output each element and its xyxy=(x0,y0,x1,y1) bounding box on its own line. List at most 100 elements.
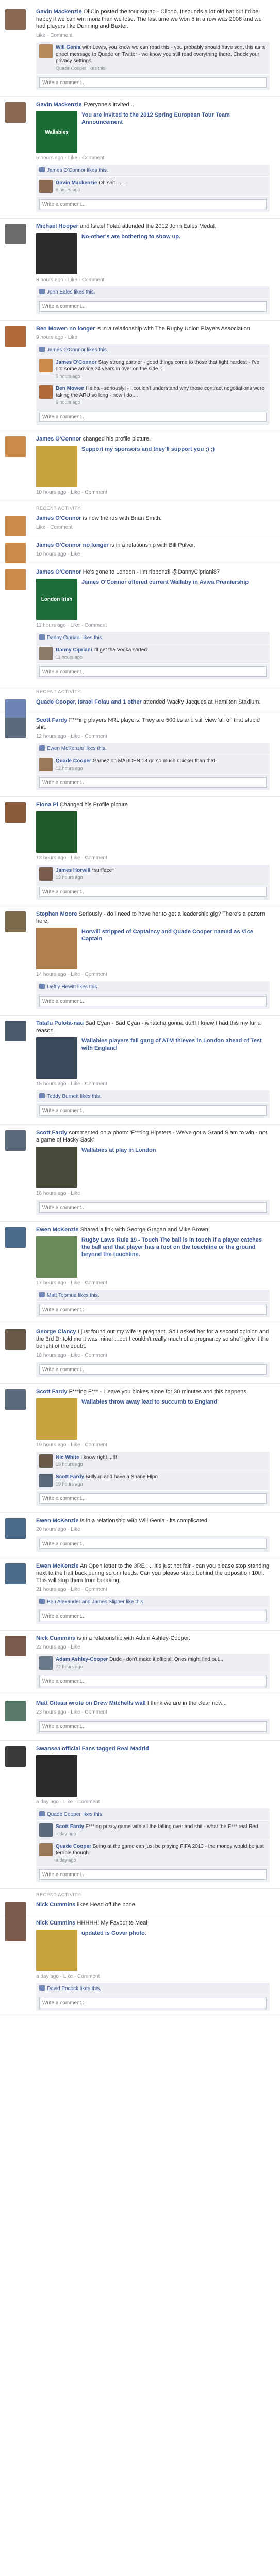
comment-meta[interactable]: a day ago xyxy=(56,1857,267,1864)
comment-input[interactable] xyxy=(39,996,267,1006)
attachment-thumbnail[interactable] xyxy=(36,1398,77,1440)
avatar[interactable] xyxy=(5,9,26,30)
attachment-thumbnail[interactable]: London Irish xyxy=(36,579,77,620)
actor-link[interactable]: Stephen Moore xyxy=(36,911,77,917)
comment-meta[interactable]: 19 hours ago xyxy=(56,1461,117,1468)
likes-text[interactable]: James O'Connor likes this. xyxy=(47,168,108,173)
commenter-name[interactable]: Quade Cooper xyxy=(56,1844,91,1849)
likes-text[interactable]: Danny Cipriani likes this. xyxy=(47,635,104,641)
likes-text[interactable]: James O'Connor likes this. xyxy=(47,347,108,353)
actor-link[interactable]: George Clancy xyxy=(36,1329,76,1335)
comment-input[interactable] xyxy=(39,1364,267,1375)
commenter-name[interactable]: James O'Connor xyxy=(56,360,97,365)
avatar[interactable] xyxy=(5,102,26,123)
attachment-title[interactable]: Horwill stripped of Captaincy and Quade … xyxy=(81,928,270,969)
story-meta[interactable]: 10 hours ago · Like · Comment xyxy=(36,489,270,496)
actor-link[interactable]: Michael Hooper xyxy=(36,223,78,230)
commenter-name[interactable]: Gavin Mackenzie xyxy=(56,180,97,186)
actor-link[interactable]: James O'Connor xyxy=(36,436,81,442)
avatar[interactable] xyxy=(5,911,26,932)
avatar[interactable] xyxy=(5,224,26,244)
story-meta[interactable]: Like · Comment xyxy=(36,32,270,39)
commenter-avatar[interactable] xyxy=(39,1656,53,1670)
comment-input[interactable] xyxy=(39,1611,267,1621)
story-meta[interactable]: 6 hours ago · Like · Comment xyxy=(36,155,270,161)
commenter-name[interactable]: Nic White xyxy=(56,1455,79,1460)
comment-meta[interactable]: 22 hours ago xyxy=(56,1664,223,1670)
comment-meta[interactable]: 6 hours ago xyxy=(56,187,128,193)
story-attachment[interactable] xyxy=(36,811,270,853)
avatar[interactable] xyxy=(5,1563,26,1584)
actor-link[interactable]: James O'Connor xyxy=(36,515,81,521)
comment-meta[interactable]: 13 hours ago xyxy=(56,874,114,881)
commenter-avatar[interactable] xyxy=(39,44,53,58)
story-meta[interactable]: 20 hours ago · Like xyxy=(36,1526,270,1533)
story-attachment[interactable]: Wallabies You are invited to the 2012 Spr… xyxy=(36,111,270,153)
attachment-title[interactable]: Wallabies throw away lead to succumb to … xyxy=(81,1398,217,1440)
commenter-avatar[interactable] xyxy=(39,1843,53,1856)
comment-meta[interactable]: 12 hours ago xyxy=(56,765,217,772)
comment-input[interactable] xyxy=(39,777,267,788)
story-meta[interactable]: 12 hours ago · Like · Comment xyxy=(36,733,270,740)
commenter-name[interactable]: Ben Mowen xyxy=(56,386,85,392)
story-meta[interactable]: 14 hours ago · Like · Comment xyxy=(36,971,270,978)
attachment-thumbnail[interactable] xyxy=(36,811,77,853)
story-attachment[interactable]: Rugby Laws Rule 19 - Touch The ball is i… xyxy=(36,1236,270,1278)
actor-link[interactable]: Ewen McKenzie xyxy=(36,1227,79,1233)
attachment-title[interactable]: Rugby Laws Rule 19 - Touch The ball is i… xyxy=(81,1236,270,1278)
avatar[interactable] xyxy=(5,802,26,823)
comment-meta[interactable]: Quade Cooper likes this xyxy=(56,65,267,72)
actor-link[interactable]: Gavin Mackenzie xyxy=(36,102,82,108)
attachment-title[interactable]: Wallabies at play in London xyxy=(81,1147,156,1188)
comment-input[interactable] xyxy=(39,1998,267,2008)
avatar[interactable] xyxy=(5,1389,26,1410)
avatar[interactable] xyxy=(5,1021,26,1041)
avatar[interactable] xyxy=(5,1746,26,1767)
avatar[interactable] xyxy=(5,1130,26,1151)
avatar[interactable] xyxy=(5,516,26,536)
attachment-title[interactable]: Support my sponsors and they'll support … xyxy=(81,446,215,487)
actor-link[interactable]: Ben Mowen no longer xyxy=(36,325,95,332)
story-attachment[interactable] xyxy=(36,1755,270,1797)
avatar[interactable] xyxy=(5,1518,26,1539)
story-meta[interactable]: 16 hours ago · Like xyxy=(36,1190,270,1197)
attachment-title[interactable]: Wallabies players fall gang of ATM thiev… xyxy=(81,1037,270,1079)
story-meta[interactable]: 18 hours ago · Like · Comment xyxy=(36,1352,270,1359)
actor-link[interactable]: Nick Cummins xyxy=(36,1902,75,1908)
story-meta[interactable]: 21 hours ago · Like · Comment xyxy=(36,1586,270,1593)
avatar[interactable] xyxy=(5,436,26,457)
story-meta[interactable]: 22 hours ago · Like xyxy=(36,1644,270,1651)
actor-link[interactable]: Quade Cooper, Israel Folau and 1 other xyxy=(36,699,142,705)
likes-text[interactable]: Ewen McKenzie likes this. xyxy=(47,746,107,752)
actor-link[interactable]: Nick Cummins xyxy=(36,1635,75,1641)
attachment-title[interactable]: No-other's are bothering to show up. xyxy=(81,233,180,274)
attachment-title[interactable]: updated is Cover photo. xyxy=(81,1930,146,1971)
likes-text[interactable]: John Eales likes this. xyxy=(47,289,95,295)
comment-input[interactable] xyxy=(39,1105,267,1116)
actor-link[interactable]: Scott Fardy xyxy=(36,1130,68,1136)
commenter-avatar[interactable] xyxy=(39,867,53,881)
comment-input[interactable] xyxy=(39,1493,267,1504)
avatar[interactable] xyxy=(5,569,26,590)
avatar[interactable] xyxy=(5,1636,26,1656)
attachment-thumbnail[interactable] xyxy=(36,1236,77,1278)
comment-input[interactable] xyxy=(39,1305,267,1315)
actor-link[interactable]: Scott Fardy xyxy=(36,717,68,723)
actor-link[interactable]: Ewen McKenzie xyxy=(36,1563,79,1569)
comment-input[interactable] xyxy=(39,666,267,677)
comment-meta[interactable]: 11 hours ago xyxy=(56,654,147,661)
story-attachment[interactable]: Wallabies throw away lead to succumb to … xyxy=(36,1398,270,1440)
avatar[interactable] xyxy=(5,1227,26,1248)
story-attachment[interactable]: Wallabies players fall gang of ATM thiev… xyxy=(36,1037,270,1079)
commenter-name[interactable]: Adam Ashley-Cooper xyxy=(56,1657,108,1662)
actor-link[interactable]: James O'Connor no longer xyxy=(36,542,109,548)
story-meta[interactable]: 17 hours ago · Like · Comment xyxy=(36,1280,270,1286)
story-meta[interactable]: 10 hours ago · Like xyxy=(36,551,270,558)
likes-text[interactable]: Deftly Hewitt likes this. xyxy=(47,984,98,990)
actor-link[interactable]: Matt Giteau wrote on Drew Mitchells wall xyxy=(36,1700,146,1706)
attachment-title[interactable]: James O'Connor offered current Wallaby i… xyxy=(81,579,249,620)
story-attachment[interactable]: London Irish James O'Connor offered curre… xyxy=(36,579,270,620)
commenter-avatar[interactable] xyxy=(39,180,53,193)
story-meta[interactable]: Like · Comment xyxy=(36,524,270,531)
commenter-name[interactable]: James Horwill xyxy=(56,868,90,873)
